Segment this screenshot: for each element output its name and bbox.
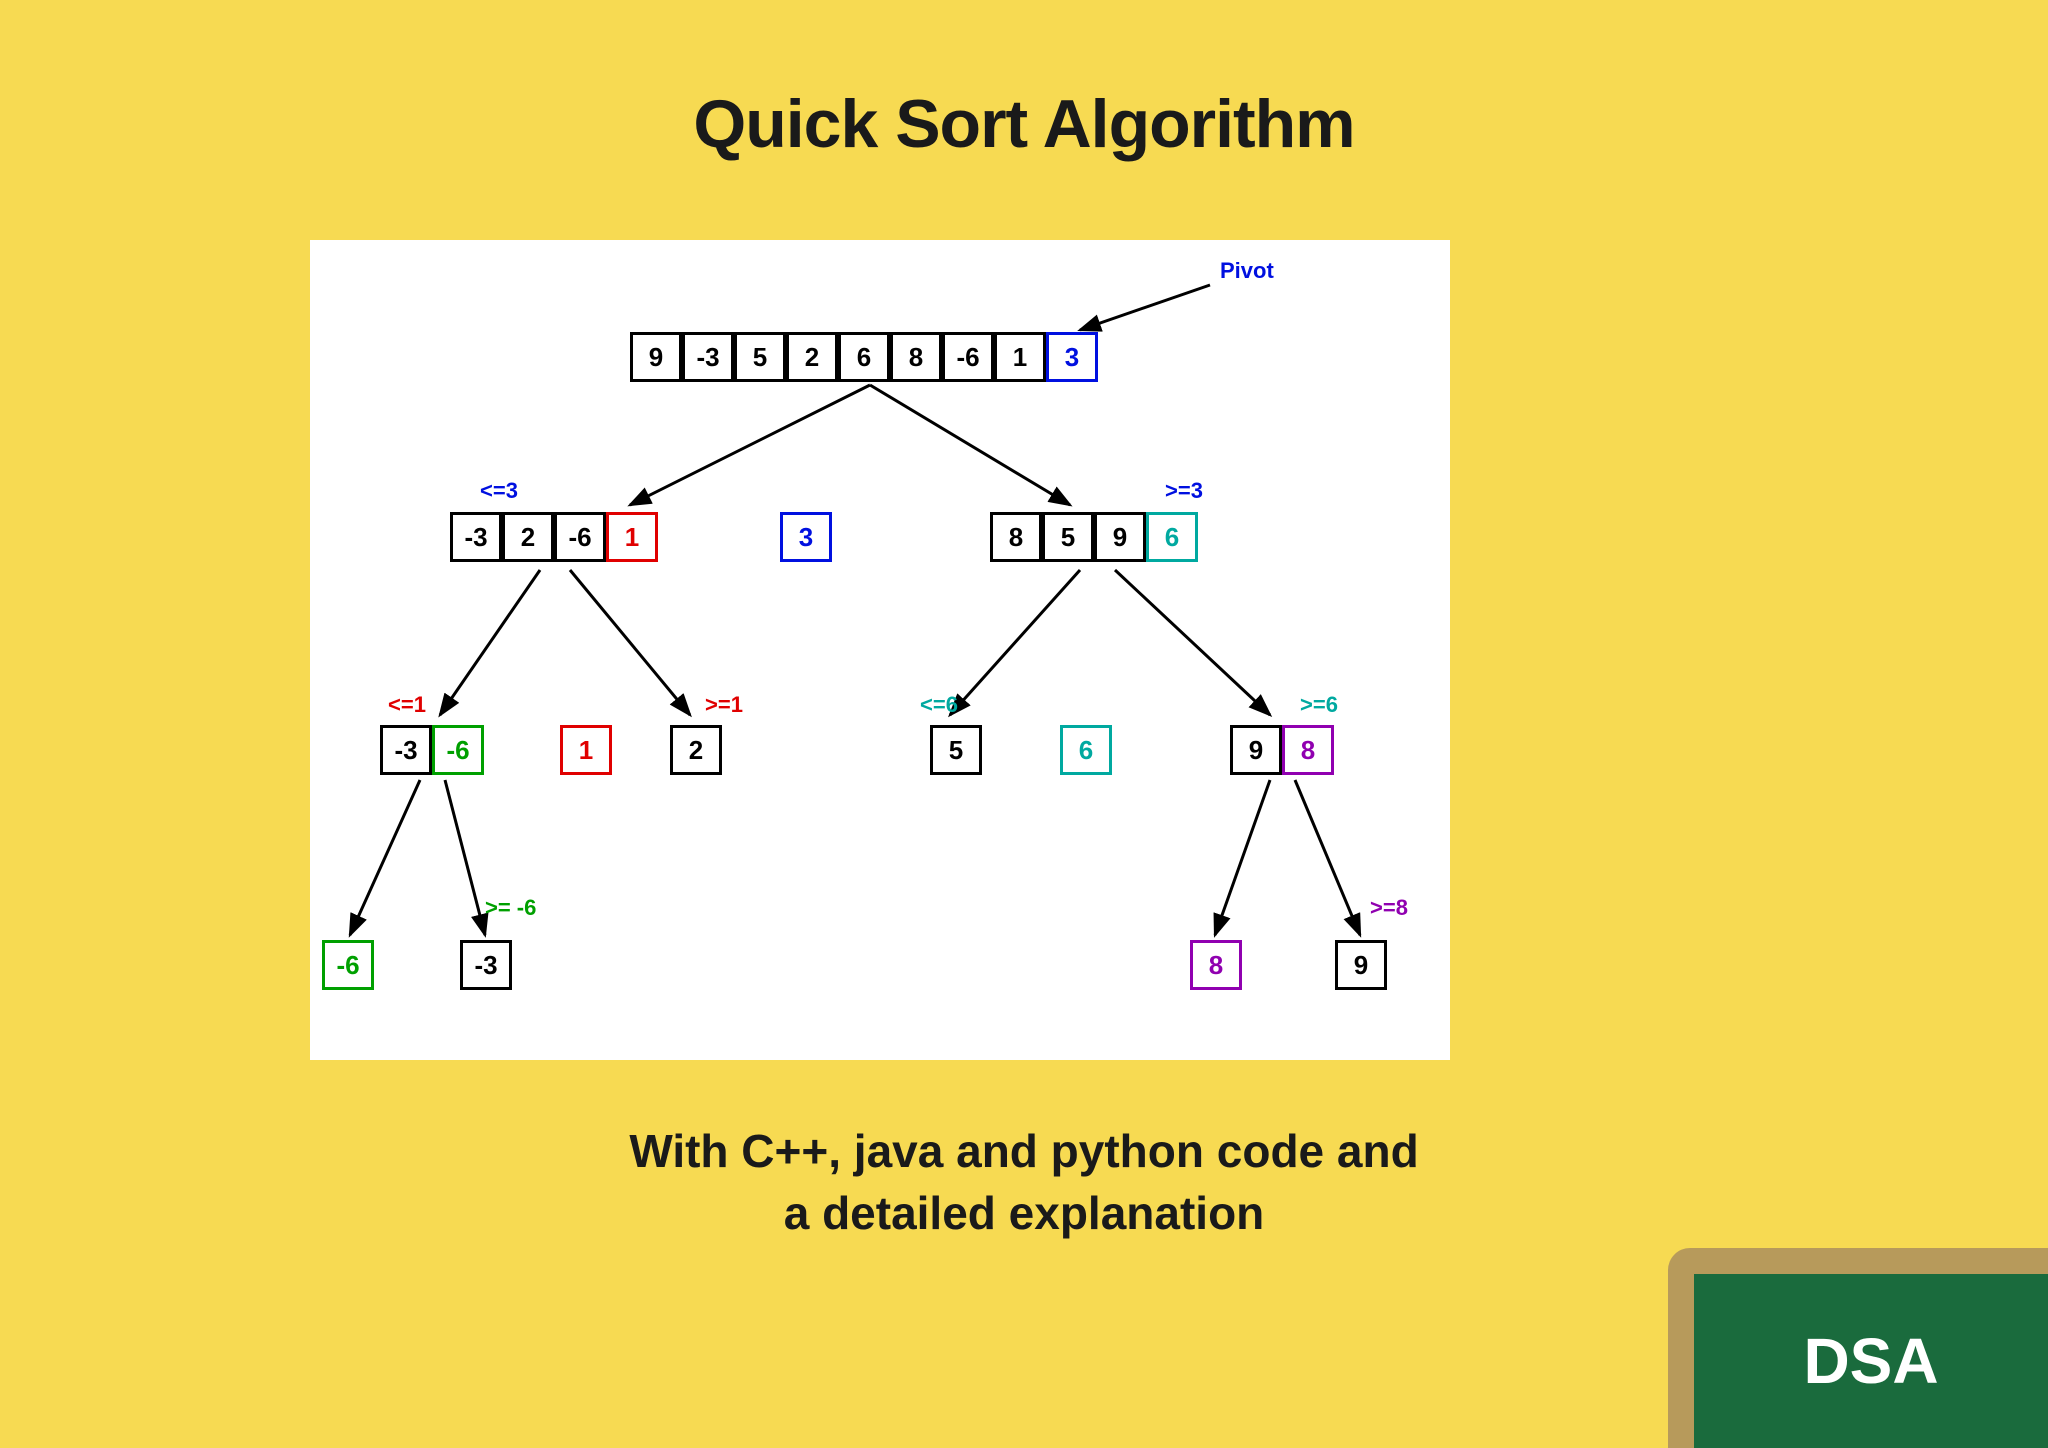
array-cell: 2 xyxy=(502,512,554,562)
array-cell: 6 xyxy=(838,332,890,382)
array-cell: 9 xyxy=(1335,940,1387,990)
array-cell: 8 xyxy=(1190,940,1242,990)
array-cell: 3 xyxy=(780,512,832,562)
array-cell: -3 xyxy=(460,940,512,990)
array-cell: 1 xyxy=(560,725,612,775)
array-cell: 2 xyxy=(670,725,722,775)
array-cell: 8 xyxy=(990,512,1042,562)
array-cell: 9 xyxy=(1094,512,1146,562)
array-cell: 1 xyxy=(994,332,1046,382)
l2-rl-label: <=6 xyxy=(920,692,958,718)
array-cell: 1 xyxy=(606,512,658,562)
array-cell: 9 xyxy=(1230,725,1282,775)
array-cell: 9 xyxy=(630,332,682,382)
subtitle: With C++, java and python code and a det… xyxy=(624,1120,1424,1244)
array-cell: -3 xyxy=(682,332,734,382)
page-title: Quick Sort Algorithm xyxy=(0,0,2048,163)
array-cell: 8 xyxy=(1282,725,1334,775)
array-cell: 8 xyxy=(890,332,942,382)
l3-rr-label: >=8 xyxy=(1370,895,1408,921)
array-cell: 3 xyxy=(1046,332,1098,382)
array-cell: 2 xyxy=(786,332,838,382)
array-cell: 5 xyxy=(734,332,786,382)
array-cell: -3 xyxy=(450,512,502,562)
array-cell: -6 xyxy=(432,725,484,775)
l2-rr-label: >=6 xyxy=(1300,692,1338,718)
array-cell: -6 xyxy=(942,332,994,382)
l2-lr-label: >=1 xyxy=(705,692,743,718)
array-cell: 6 xyxy=(1060,725,1112,775)
l1-left-label: <=3 xyxy=(480,478,518,504)
array-cell: 5 xyxy=(930,725,982,775)
array-cell: -3 xyxy=(380,725,432,775)
array-cell: -6 xyxy=(322,940,374,990)
chalkboard-badge: DSA xyxy=(1668,1248,2048,1448)
l1-right-label: >=3 xyxy=(1165,478,1203,504)
l2-ll-label: <=1 xyxy=(388,692,426,718)
quicksort-diagram: Pivot 9-35268-613 <=3 >=3 -32-61 3 8596 … xyxy=(310,240,1450,1060)
pivot-label: Pivot xyxy=(1220,258,1274,284)
array-cell: 6 xyxy=(1146,512,1198,562)
array-cell: 5 xyxy=(1042,512,1094,562)
l3-ll-label: >= -6 xyxy=(485,895,536,921)
array-cell: -6 xyxy=(554,512,606,562)
badge-text: DSA xyxy=(1694,1274,2048,1448)
